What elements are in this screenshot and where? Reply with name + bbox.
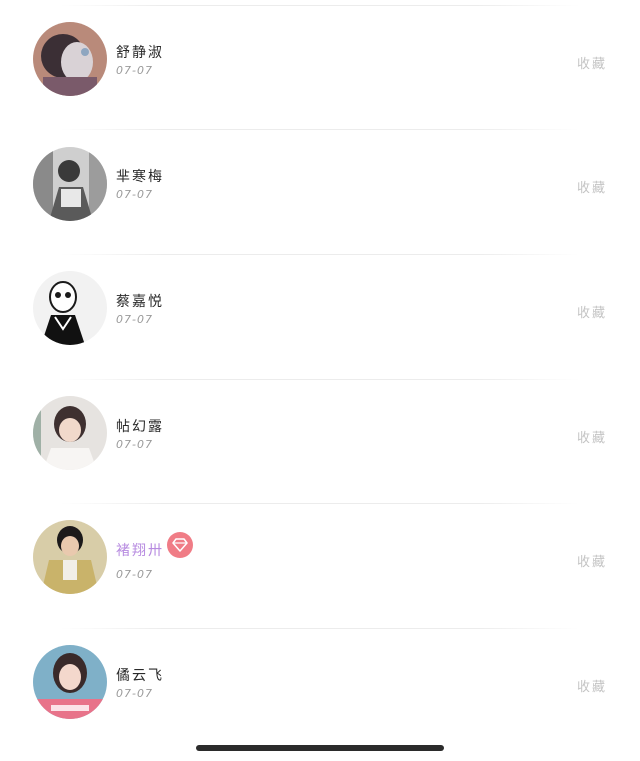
vip-badge [167,532,193,558]
date-label: 07-07 [116,438,153,451]
list-item[interactable]: 帖幻露 07-07 收藏 [0,374,640,498]
avatar[interactable] [33,271,107,345]
date-label: 07-07 [116,64,153,77]
favorite-button[interactable]: 收藏 [577,53,607,72]
favorite-button[interactable]: 收藏 [577,177,607,196]
avatar[interactable] [33,147,107,221]
list-item[interactable]: 舒静淑 07-07 收藏 [0,0,640,124]
date-label: 07-07 [116,568,153,581]
favorite-button[interactable]: 收藏 [577,427,607,446]
favorite-button[interactable]: 收藏 [577,302,607,321]
user-name: 蔡嘉悦 [116,294,164,310]
favorite-button[interactable]: 收藏 [577,676,607,695]
avatar[interactable] [33,396,107,470]
list-item[interactable]: 褚翔卅 07-07 收藏 [0,498,640,622]
user-name: 褚翔卅 [116,543,164,559]
avatar[interactable] [33,22,107,96]
date-label: 07-07 [116,188,153,201]
user-name: 帖幻露 [116,419,164,435]
diamond-icon [172,538,188,552]
list-item[interactable]: 僪云飞 07-07 收藏 [0,623,640,747]
date-label: 07-07 [116,687,153,700]
list-item[interactable]: 芈寒梅 07-07 收藏 [0,124,640,248]
avatar[interactable] [33,520,107,594]
date-label: 07-07 [116,313,153,326]
home-indicator[interactable] [196,745,444,751]
user-name: 芈寒梅 [116,169,164,185]
user-name: 舒静淑 [116,45,164,61]
favorite-button[interactable]: 收藏 [577,551,607,570]
list-item[interactable]: 蔡嘉悦 07-07 收藏 [0,249,640,373]
user-name: 僪云飞 [116,668,164,684]
avatar[interactable] [33,645,107,719]
